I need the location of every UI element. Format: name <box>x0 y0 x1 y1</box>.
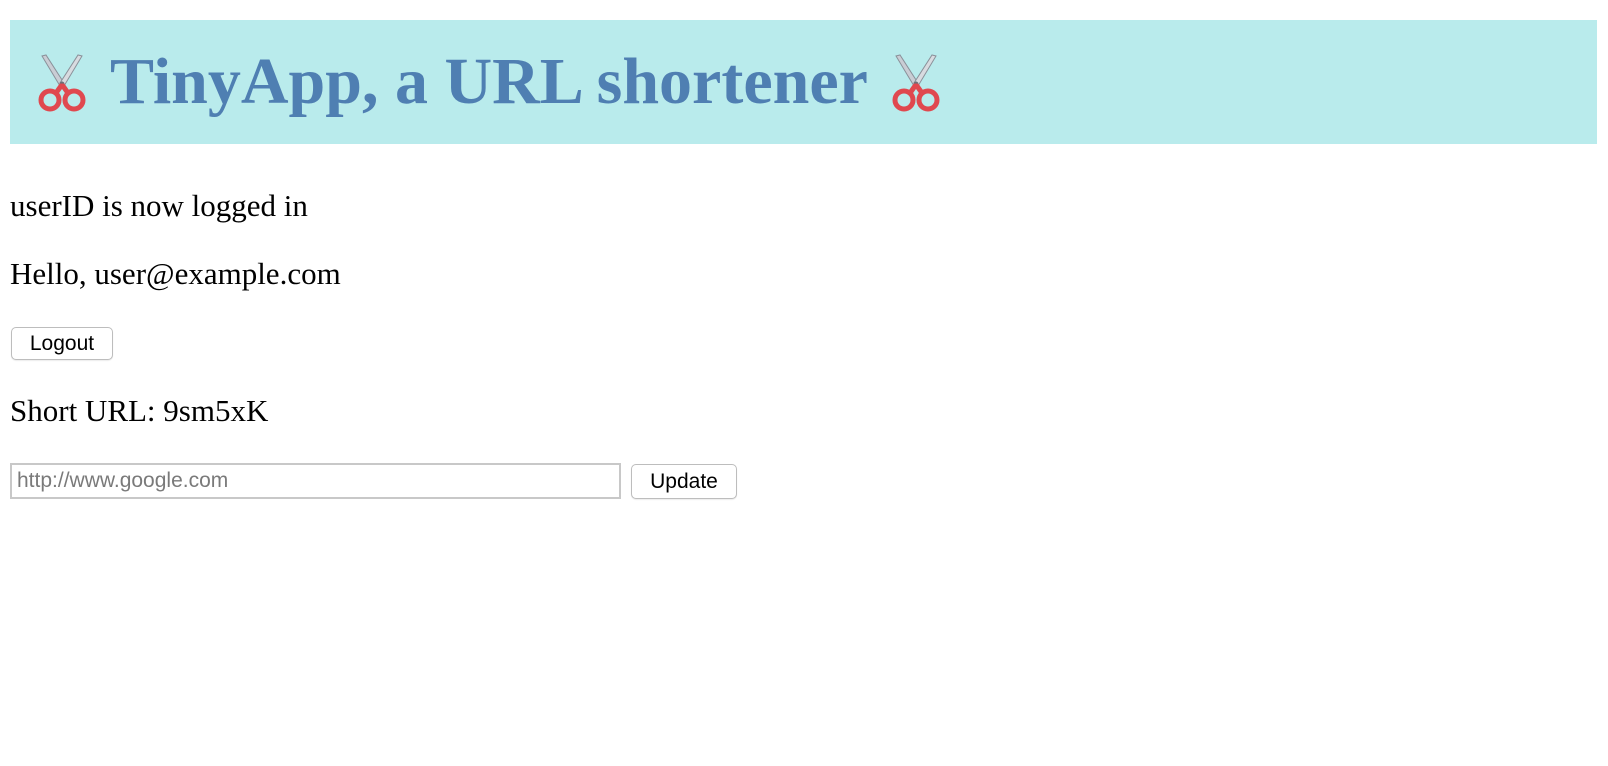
page: TinyApp, a URL shortener userID is now l… <box>0 0 1608 766</box>
scissors-icon <box>38 54 86 112</box>
scissors-icon <box>892 54 940 112</box>
long-url-input[interactable] <box>10 463 621 499</box>
logout-button[interactable]: Logout <box>11 327 113 360</box>
page-title: TinyApp, a URL shortener <box>110 45 868 118</box>
update-button[interactable]: Update <box>631 464 737 499</box>
page-header: TinyApp, a URL shortener <box>10 20 1597 144</box>
login-status-text: userID is now logged in <box>10 188 308 223</box>
greeting-text: Hello, user@example.com <box>10 256 341 291</box>
short-url-text: Short URL: 9sm5xK <box>10 393 269 428</box>
